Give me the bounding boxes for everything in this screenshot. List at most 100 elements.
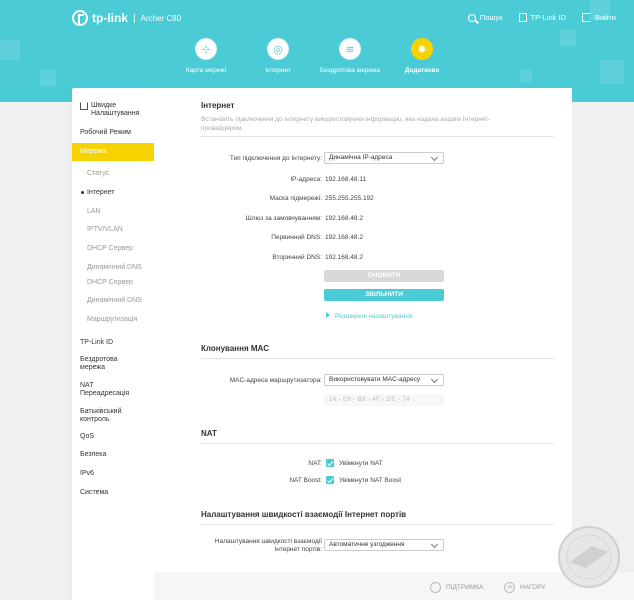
advanced-settings-link[interactable]: Розширені налаштування	[326, 312, 412, 320]
logout-label: Вийти	[594, 13, 616, 22]
port-speed-label: Налаштування швидкості взаємодії Інтерне…	[214, 538, 322, 553]
search-link[interactable]: Пошук	[467, 13, 503, 22]
dns1-label: Первинний DNS:	[271, 234, 322, 241]
mac-address-field: 14 - E8 - B8 - 4F - DE - 74	[324, 394, 444, 406]
release-button[interactable]: ЗВІЛЬНИТИ	[324, 289, 444, 301]
sidebar-subitem-dhcp[interactable]: DHCP Сервер	[72, 245, 154, 253]
tp-link-logo: tp-link | Archer C80	[72, 10, 181, 26]
arrow-up-icon	[504, 582, 515, 593]
ip-value: 192.168.48.11	[325, 176, 367, 183]
nat-title: NAT	[201, 429, 217, 438]
mac-clone-title: Клонування MAC	[201, 344, 270, 353]
tab-network-map[interactable]: ⊹ Карта мережі	[170, 38, 242, 75]
nat-checkbox-label: Увімкнути NAT	[339, 459, 383, 467]
mask-value: 255.255.255.192	[325, 195, 374, 202]
sidebar-item-network[interactable]: Мережа	[72, 143, 154, 161]
sidebar: Швидке Налаштування Робочий Режим Мережа…	[72, 88, 154, 600]
sidebar-subitem-ddns[interactable]: Динамічний DNS	[72, 264, 154, 272]
dns2-value: 192.168.48.2	[325, 254, 363, 261]
gateway-value: 192.168.48.2	[325, 215, 363, 222]
port-speed-select[interactable]: Автоматичне узгодження	[324, 539, 444, 551]
main-nav: ⊹ Карта мережі ◎ Інтернет ≋ Бездротова м…	[170, 38, 458, 75]
tab-label: Карта мережі	[185, 67, 227, 74]
divider	[201, 524, 554, 525]
divider	[201, 358, 554, 359]
tab-label: Додатково	[404, 67, 440, 74]
search-label: Пошук	[479, 13, 503, 22]
headset-icon	[430, 582, 441, 593]
gateway-label: Шлюз за замовчуванням:	[245, 215, 322, 222]
ip-label: IP-адреса:	[290, 176, 322, 183]
sidebar-item-label: Швидке Налаштування	[91, 102, 140, 117]
dns1-value: 192.168.48.2	[325, 234, 363, 241]
wifi-icon: ≋	[339, 38, 361, 60]
logo-text: tp-link	[92, 11, 128, 25]
tab-label: Інтернет	[265, 67, 291, 74]
mac-select[interactable]: Використовувати MAC-адресу	[324, 374, 444, 386]
tab-advanced[interactable]: ✹ Додатково	[386, 38, 458, 75]
nat-boost-checkbox[interactable]: Увімкнути NAT Boost	[326, 476, 401, 484]
sidebar-item-ipv6[interactable]: IPv6	[72, 470, 154, 478]
port-speed-title: Налаштування швидкості взаємодії Інтерне…	[201, 510, 407, 519]
sidebar-item-qos[interactable]: QoS	[72, 433, 154, 441]
renew-button[interactable]: ОНОВИТИ	[324, 270, 444, 282]
mask-label: Маска підмережі:	[269, 195, 322, 202]
search-icon	[467, 13, 476, 22]
tab-label: Бездротова мережа	[320, 67, 380, 74]
sidebar-item-tplink-id[interactable]: TP-Link ID	[72, 339, 154, 347]
sidebar-item-parental-control[interactable]: Батьківський контроль	[72, 408, 132, 424]
tplink-id-label: TP-Link ID	[530, 13, 566, 22]
tab-wireless[interactable]: ≋ Бездротова мережа	[314, 38, 386, 75]
sidebar-subitem-iptv[interactable]: IPTV/VLAN	[72, 226, 154, 234]
tp-link-logo-icon	[72, 10, 88, 26]
support-label: ПІДТРИМКА	[446, 584, 484, 591]
sidebar-subitem-ddns-2[interactable]: Динамічний DNS	[72, 297, 154, 305]
nat-boost-label: NAT Boost:	[289, 477, 322, 484]
dns2-label: Вторинний DNS:	[272, 254, 322, 261]
current-dot	[81, 191, 84, 194]
sidebar-subitem-internet[interactable]: Інтернет	[72, 189, 154, 197]
conn-type-select[interactable]: Динамічна IP-адреса	[324, 152, 444, 164]
sidebar-item-nat-forwarding[interactable]: NAT Переадресація	[72, 382, 132, 398]
internet-title: Інтернет	[201, 101, 235, 110]
divider	[201, 443, 554, 444]
checkbox-checked-icon	[326, 476, 334, 484]
header: tp-link | Archer C80 Пошук TP-Link ID Ви…	[0, 0, 634, 102]
logo-separator: |	[133, 12, 136, 24]
triangle-right-icon	[326, 312, 330, 318]
sidebar-item-label: Інтернет	[87, 189, 115, 196]
tab-internet[interactable]: ◎ Інтернет	[242, 38, 314, 75]
divider	[201, 136, 554, 137]
model-name: Archer C80	[140, 13, 182, 23]
nat-label: NAT:	[308, 460, 322, 467]
tplink-id-icon	[518, 13, 527, 22]
mac-label: MAC-адреса маршрутизатора:	[229, 377, 322, 384]
sidebar-item-quick-setup[interactable]: Швидке Налаштування	[72, 102, 154, 118]
sidebar-item-system[interactable]: Система	[72, 489, 154, 497]
sidebar-subitem-status[interactable]: Статус	[72, 170, 154, 178]
sidebar-subitem-lan[interactable]: LAN	[72, 208, 154, 216]
top-links: Пошук TP-Link ID Вийти	[467, 13, 616, 22]
logout-link[interactable]: Вийти	[581, 13, 616, 22]
sidebar-subitem-routing[interactable]: Маршрутизація	[72, 316, 154, 324]
nat-boost-checkbox-label: Увімкнути NAT Boost	[339, 476, 402, 484]
internet-description: Встановіть підключення до Інтернету вико…	[201, 116, 491, 132]
sidebar-item-wireless[interactable]: Бездротова мережа	[72, 356, 132, 372]
network-map-icon: ⊹	[195, 38, 217, 60]
sidebar-item-operation-mode[interactable]: Робочий Режим	[72, 129, 154, 137]
sidebar-item-security[interactable]: Безпека	[72, 451, 154, 459]
home-icon	[80, 102, 88, 110]
nat-checkbox[interactable]: Увімкнути NAT	[326, 459, 383, 467]
advanced-settings-label: Розширені налаштування	[335, 313, 413, 320]
watermark-logo	[558, 526, 620, 588]
back-to-top-label: НАГОРУ	[520, 584, 546, 591]
conn-type-label: Тип підключення до Інтернету:	[229, 155, 322, 162]
support-link[interactable]: ПІДТРИМКА	[430, 582, 483, 593]
back-to-top-link[interactable]: НАГОРУ	[504, 582, 546, 593]
sidebar-subitem-dhcp-2[interactable]: DHCP Сервер	[72, 279, 154, 287]
logout-icon	[581, 13, 591, 22]
checkbox-checked-icon	[326, 459, 334, 467]
tplink-id-link[interactable]: TP-Link ID	[518, 13, 566, 22]
gear-icon: ✹	[411, 38, 433, 60]
main-content: Інтернет Встановіть підключення до Інтер…	[154, 88, 572, 572]
